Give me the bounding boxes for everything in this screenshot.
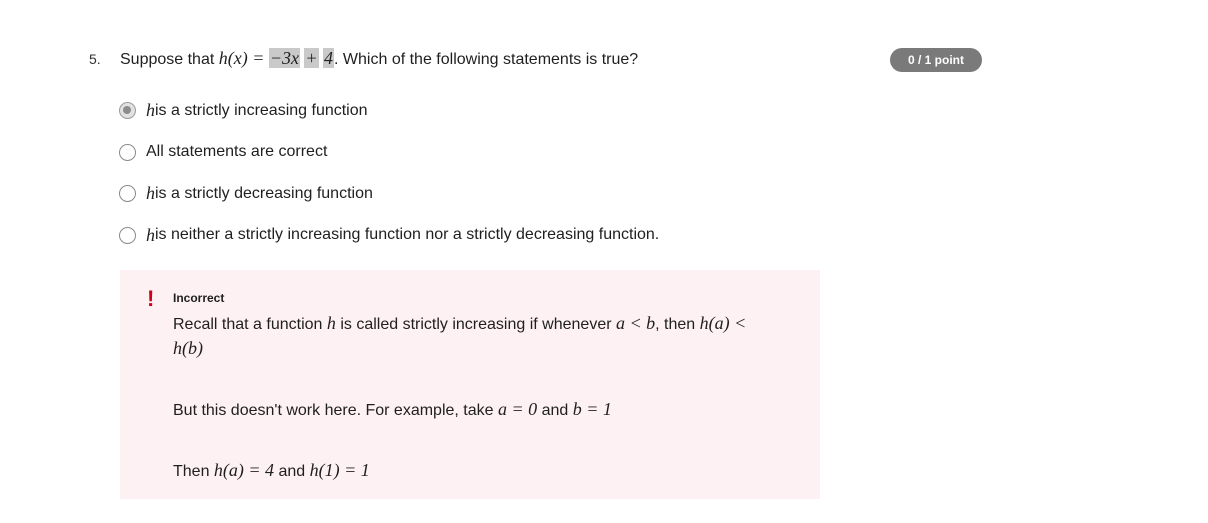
highlighted-term: −3x (268, 48, 300, 68)
answer-options: h is a strictly increasing function All … (119, 90, 659, 256)
option-label: is a strictly increasing function (155, 101, 368, 119)
option-label: All statements are correct (146, 143, 328, 161)
feedback-math: h(a) < (699, 313, 747, 333)
radio[interactable] (119, 185, 136, 203)
option-strictly-decreasing[interactable]: h is a strictly decreasing function (119, 173, 659, 215)
feedback-math: a = 0 (497, 399, 538, 419)
feedback-math: h(1) = 1 (309, 460, 370, 480)
radio-selected[interactable] (119, 102, 136, 120)
feedback-panel: ! Incorrect Recall that a function h is … (120, 270, 820, 499)
feedback-math: h(a) = 4 (213, 460, 275, 480)
feedback-status: Incorrect (173, 291, 225, 305)
question-text: Suppose that h(x) = −3x + 4. Which of th… (120, 48, 638, 69)
feedback-text: Recall that a function (173, 316, 327, 333)
feedback-math: h(b) (173, 338, 203, 358)
question-number: 5. (89, 51, 101, 67)
feedback-text: , then (655, 316, 700, 333)
radio[interactable] (119, 226, 136, 244)
feedback-text: But this doesn't work here. For example,… (173, 402, 498, 419)
feedback-text: and (274, 463, 310, 480)
question-suffix: . Which of the following statements is t… (334, 51, 639, 68)
option-variable: h (146, 183, 155, 204)
feedback-text: Then (173, 463, 214, 480)
feedback-text: and (537, 402, 573, 419)
option-label: is a strictly decreasing function (155, 184, 373, 202)
function-expression: h(x) = (218, 48, 265, 68)
feedback-line-1: Recall that a function h is called stric… (173, 313, 746, 334)
feedback-line-4: Then h(a) = 4 and h(1) = 1 (173, 460, 370, 481)
feedback-line-2: h(b) (173, 338, 203, 359)
option-all-correct[interactable]: All statements are correct (119, 132, 659, 174)
option-neither[interactable]: h is neither a strictly increasing funct… (119, 215, 659, 257)
feedback-math: b = 1 (572, 399, 612, 419)
feedback-math: a < b (615, 313, 656, 333)
option-variable: h (146, 224, 155, 245)
highlighted-plus: + (304, 48, 319, 68)
option-label: is neither a strictly increasing functio… (155, 226, 660, 244)
score-badge: 0 / 1 point (890, 48, 982, 72)
feedback-line-3: But this doesn't work here. For example,… (173, 399, 612, 420)
option-strictly-increasing[interactable]: h is a strictly increasing function (119, 90, 659, 132)
exclamation-icon: ! (147, 286, 155, 311)
option-variable: h (146, 100, 155, 121)
radio[interactable] (119, 143, 136, 161)
question-prefix: Suppose that (120, 51, 219, 68)
feedback-text: is called strictly increasing if wheneve… (335, 316, 616, 333)
highlighted-constant: 4 (323, 48, 335, 68)
feedback-math: h (326, 313, 336, 333)
